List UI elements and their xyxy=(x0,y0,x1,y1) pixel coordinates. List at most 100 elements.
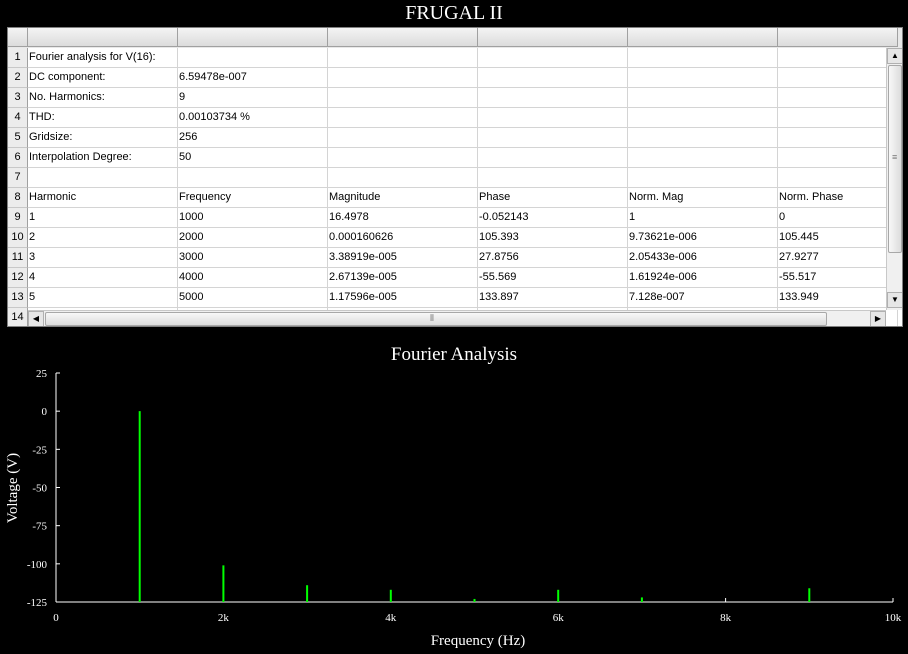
table-cell[interactable]: Fourier analysis for V(16): xyxy=(28,48,178,68)
row-number[interactable]: 9 xyxy=(8,208,28,228)
table-cell[interactable]: Norm. Mag xyxy=(628,188,778,208)
table-cell[interactable] xyxy=(628,108,778,128)
row-number[interactable]: 1 xyxy=(8,48,28,68)
table-cell[interactable]: 6.59478e-007 xyxy=(178,68,328,88)
table-cell[interactable] xyxy=(328,88,478,108)
table-cell[interactable]: 1.17596e-005 xyxy=(328,288,478,308)
table-cell[interactable] xyxy=(778,128,898,148)
column-header[interactable] xyxy=(328,28,478,47)
table-cell[interactable]: 27.9277 xyxy=(778,248,898,268)
horizontal-scrollbar[interactable]: ◀ ⦀ ▶ xyxy=(28,310,886,326)
table-cell[interactable] xyxy=(478,108,628,128)
table-cell[interactable]: 1 xyxy=(628,208,778,228)
table-cell[interactable] xyxy=(478,48,628,68)
row-number[interactable]: 8 xyxy=(8,188,28,208)
table-cell[interactable] xyxy=(628,148,778,168)
table-cell[interactable] xyxy=(328,168,478,188)
vertical-scroll-thumb[interactable]: ≡ xyxy=(888,65,902,253)
scroll-right-arrow-icon[interactable]: ▶ xyxy=(870,311,886,326)
column-header[interactable] xyxy=(28,28,178,47)
table-cell[interactable]: 133.949 xyxy=(778,288,898,308)
table-cell[interactable] xyxy=(778,48,898,68)
row-number[interactable]: 14 xyxy=(8,308,28,326)
table-cell[interactable]: 0.00103734 % xyxy=(178,108,328,128)
table-cell[interactable] xyxy=(28,168,178,188)
column-header[interactable] xyxy=(178,28,328,47)
table-cell[interactable] xyxy=(778,108,898,128)
scroll-down-arrow-icon[interactable]: ▼ xyxy=(887,292,902,308)
vertical-scrollbar[interactable]: ▲ ≡ ▼ xyxy=(886,48,902,310)
table-cell[interactable]: 105.445 xyxy=(778,228,898,248)
table-cell[interactable] xyxy=(478,128,628,148)
table-cell[interactable]: 3.38919e-005 xyxy=(328,248,478,268)
row-number[interactable]: 4 xyxy=(8,108,28,128)
table-cell[interactable] xyxy=(778,68,898,88)
horizontal-scroll-thumb[interactable]: ⦀ xyxy=(45,312,827,326)
results-spreadsheet[interactable]: 1 Fourier analysis for V(16): 2 DC componen… xyxy=(7,27,903,327)
table-cell[interactable]: 5000 xyxy=(178,288,328,308)
row-number[interactable]: 6 xyxy=(8,148,28,168)
table-cell[interactable]: 0 xyxy=(778,208,898,228)
table-cell[interactable]: 4 xyxy=(28,268,178,288)
row-number[interactable]: 3 xyxy=(8,88,28,108)
table-cell[interactable] xyxy=(328,48,478,68)
table-cell[interactable]: 2 xyxy=(28,228,178,248)
table-cell[interactable] xyxy=(478,68,628,88)
table-cell[interactable]: 9.73621e-006 xyxy=(628,228,778,248)
table-cell[interactable] xyxy=(328,108,478,128)
row-number[interactable]: 13 xyxy=(8,288,28,308)
table-cell[interactable]: Harmonic xyxy=(28,188,178,208)
table-cell[interactable] xyxy=(778,88,898,108)
table-cell[interactable]: 16.4978 xyxy=(328,208,478,228)
scroll-left-arrow-icon[interactable]: ◀ xyxy=(28,311,44,326)
corner-header[interactable] xyxy=(8,28,28,47)
table-cell[interactable] xyxy=(628,88,778,108)
row-number[interactable]: 10 xyxy=(8,228,28,248)
table-cell[interactable]: THD: xyxy=(28,108,178,128)
table-cell[interactable]: Interpolation Degree: xyxy=(28,148,178,168)
table-cell[interactable]: No. Harmonics: xyxy=(28,88,178,108)
table-cell[interactable] xyxy=(628,68,778,88)
table-cell[interactable] xyxy=(328,148,478,168)
table-cell[interactable] xyxy=(178,168,328,188)
table-cell[interactable] xyxy=(328,68,478,88)
table-cell[interactable]: 7.128e-007 xyxy=(628,288,778,308)
column-header[interactable] xyxy=(778,28,898,47)
column-header[interactable] xyxy=(628,28,778,47)
table-cell[interactable]: 27.8756 xyxy=(478,248,628,268)
table-cell[interactable]: 2.67139e-005 xyxy=(328,268,478,288)
table-cell[interactable]: 3 xyxy=(28,248,178,268)
row-number[interactable]: 12 xyxy=(8,268,28,288)
table-cell[interactable]: 2000 xyxy=(178,228,328,248)
table-cell[interactable]: Magnitude xyxy=(328,188,478,208)
table-cell[interactable]: 0.000160626 xyxy=(328,228,478,248)
table-cell[interactable] xyxy=(478,148,628,168)
table-cell[interactable]: 9 xyxy=(178,88,328,108)
table-cell[interactable] xyxy=(478,88,628,108)
table-cell[interactable]: 4000 xyxy=(178,268,328,288)
row-number[interactable]: 2 xyxy=(8,68,28,88)
table-cell[interactable] xyxy=(628,48,778,68)
table-cell[interactable] xyxy=(628,168,778,188)
table-cell[interactable]: DC component: xyxy=(28,68,178,88)
table-cell[interactable]: 1000 xyxy=(178,208,328,228)
column-header[interactable] xyxy=(478,28,628,47)
table-cell[interactable]: 1 xyxy=(28,208,178,228)
scroll-up-arrow-icon[interactable]: ▲ xyxy=(887,48,902,64)
table-cell[interactable]: 2.05433e-006 xyxy=(628,248,778,268)
table-cell[interactable]: -55.569 xyxy=(478,268,628,288)
table-cell[interactable]: 5 xyxy=(28,288,178,308)
table-cell[interactable] xyxy=(628,128,778,148)
table-cell[interactable]: Phase xyxy=(478,188,628,208)
table-cell[interactable]: 3000 xyxy=(178,248,328,268)
table-cell[interactable]: 133.897 xyxy=(478,288,628,308)
table-cell[interactable] xyxy=(478,168,628,188)
row-number[interactable]: 11 xyxy=(8,248,28,268)
table-cell[interactable]: 50 xyxy=(178,148,328,168)
row-number[interactable]: 7 xyxy=(8,168,28,188)
table-cell[interactable] xyxy=(778,168,898,188)
table-cell[interactable]: Gridsize: xyxy=(28,128,178,148)
table-cell[interactable] xyxy=(778,148,898,168)
table-cell[interactable] xyxy=(328,128,478,148)
table-cell[interactable]: 256 xyxy=(178,128,328,148)
